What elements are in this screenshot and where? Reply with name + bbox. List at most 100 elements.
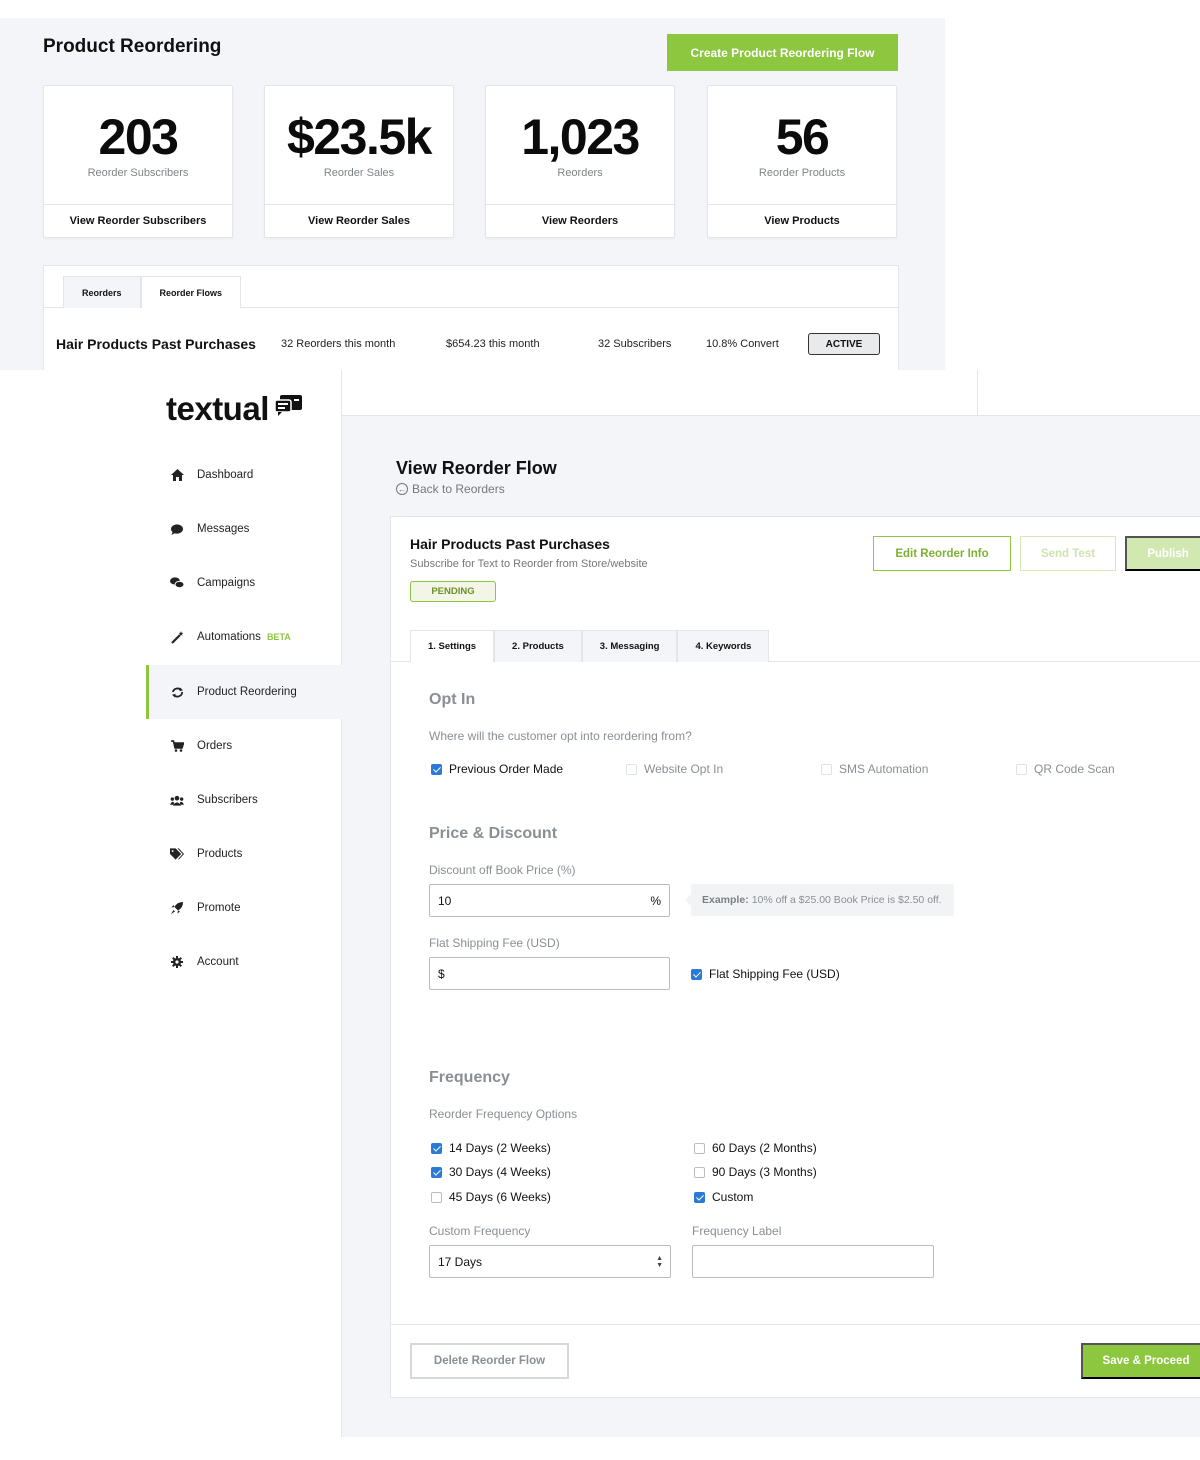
sidebar-item-campaigns[interactable]: Campaigns [146, 556, 342, 610]
chats-icon [170, 576, 184, 590]
flat-shipping-checkbox[interactable]: Flat Shipping Fee (USD) [691, 967, 840, 981]
checkbox-checked-icon [431, 1166, 442, 1178]
checkbox-icon [626, 763, 637, 775]
stat-label: Reorder Subscribers [87, 167, 189, 179]
custom-frequency-label: Custom Frequency [429, 1224, 531, 1238]
sidebar-item-dashboard[interactable]: Dashboard [146, 448, 342, 502]
discount-input[interactable]: 10 % [429, 884, 670, 917]
checkbox-checked-icon [694, 1191, 705, 1203]
frequency-heading: Frequency [429, 1069, 510, 1086]
flow-row-convert: 10.8% Convert [706, 338, 779, 350]
view-products-link[interactable]: View Products [708, 204, 896, 237]
freq-30-days-checkbox[interactable]: 30 Days (4 Weeks) [431, 1165, 551, 1179]
flows-panel: Reorders Reorder Flows Hair Products Pas… [43, 265, 899, 375]
frequency-label-input[interactable] [692, 1245, 934, 1278]
tab-products[interactable]: 2. Products [494, 630, 582, 662]
beta-badge: BETA [266, 632, 291, 642]
freq-60-days-checkbox[interactable]: 60 Days (2 Months) [694, 1141, 817, 1155]
checkbox-icon [821, 763, 832, 775]
flow-row-revenue: $654.23 this month [446, 338, 540, 350]
status-badge: PENDING [410, 581, 496, 602]
freq-custom-checkbox[interactable]: Custom [694, 1190, 753, 1204]
stat-label: Reorder Sales [323, 167, 395, 179]
stat-card-products: 56 Reorder Products View Products [707, 85, 897, 238]
flow-row-name[interactable]: Hair Products Past Purchases [56, 336, 256, 352]
stat-value: 1,023 [521, 109, 640, 165]
stat-card-sales: $23.5k Reorder Sales View Reorder Sales [264, 85, 454, 238]
home-icon [170, 468, 184, 482]
save-proceed-button[interactable]: Save & Proceed [1081, 1343, 1200, 1379]
sidebar-item-products[interactable]: Products [146, 827, 342, 881]
percent-suffix: % [650, 893, 661, 908]
stat-card-reorders: 1,023 Reorders View Reorders [485, 85, 675, 238]
checkbox-icon [431, 1191, 442, 1203]
page-title: Product Reordering [43, 36, 222, 57]
status-badge: ACTIVE [808, 333, 880, 355]
sidebar-item-orders[interactable]: Orders [146, 719, 342, 773]
logo-chat-icon [274, 395, 302, 416]
checkbox-checked-icon [431, 1142, 442, 1154]
sidebar-item-subscribers[interactable]: Subscribers [146, 773, 342, 827]
tab-keywords[interactable]: 4. Keywords [677, 630, 770, 662]
logo[interactable]: textual [166, 390, 303, 428]
shipping-label: Flat Shipping Fee (USD) [429, 936, 560, 950]
opt-in-previous-order-checkbox[interactable]: Previous Order Made [431, 762, 563, 776]
opt-in-heading: Opt In [429, 691, 476, 708]
top-bar [342, 370, 1200, 416]
send-test-button[interactable]: Send Test [1020, 536, 1116, 571]
reordering-overview-screen: Product Reordering Create Product Reorde… [0, 18, 945, 375]
checkbox-icon [694, 1142, 705, 1154]
checkbox-icon [1016, 763, 1027, 775]
sync-icon [170, 685, 184, 699]
create-reordering-flow-button[interactable]: Create Product Reordering Flow [667, 34, 898, 71]
gear-icon [170, 955, 184, 969]
publish-button[interactable]: Publish [1125, 536, 1200, 571]
view-reorder-flow-screen: textual Dashboard Messages Campaigns Aut… [0, 370, 1200, 1437]
back-arrow-icon: ← [396, 483, 408, 495]
stat-value: 56 [775, 109, 830, 165]
tab-settings[interactable]: 1. Settings [410, 630, 495, 662]
price-discount-heading: Price & Discount [429, 825, 558, 842]
delete-reorder-flow-button[interactable]: Delete Reorder Flow [410, 1343, 569, 1379]
shipping-fee-input[interactable]: $ [429, 957, 670, 990]
sidebar-item-messages[interactable]: Messages [146, 502, 342, 556]
tab-messaging[interactable]: 3. Messaging [581, 630, 678, 662]
cart-icon [170, 739, 184, 753]
custom-frequency-select[interactable]: 17 Days ▲ ▼ [429, 1245, 671, 1278]
view-sales-link[interactable]: View Reorder Sales [265, 204, 453, 237]
opt-in-qr-code-checkbox[interactable]: QR Code Scan [1016, 762, 1115, 776]
freq-45-days-checkbox[interactable]: 45 Days (6 Weeks) [431, 1190, 551, 1204]
opt-in-website-checkbox[interactable]: Website Opt In [626, 762, 723, 776]
sidebar-item-account[interactable]: Account [146, 935, 342, 989]
tab-reorder-flows[interactable]: Reorder Flows [140, 276, 242, 308]
back-to-reorders-link[interactable]: ← Back to Reorders [396, 482, 505, 496]
freq-14-days-checkbox[interactable]: 14 Days (2 Weeks) [431, 1141, 551, 1155]
tab-reorders[interactable]: Reorders [63, 276, 141, 308]
discount-label: Discount off Book Price (%) [429, 863, 576, 877]
sidebar-item-automations[interactable]: Automations BETA [146, 610, 342, 664]
magic-wand-icon [170, 630, 184, 644]
view-subscribers-link[interactable]: View Reorder Subscribers [44, 204, 232, 237]
sidebar-item-promote[interactable]: Promote [146, 881, 342, 935]
stat-label: Reorder Products [758, 167, 846, 179]
flow-row-reorders: 32 Reorders this month [281, 338, 396, 350]
tags-icon [170, 847, 184, 861]
opt-in-sms-automation-checkbox[interactable]: SMS Automation [821, 762, 928, 776]
sidebar: textual Dashboard Messages Campaigns Aut… [0, 370, 342, 1437]
freq-90-days-checkbox[interactable]: 90 Days (3 Months) [694, 1165, 817, 1179]
flow-card: Hair Products Past Purchases Subscribe f… [390, 516, 1200, 1398]
stepper-arrows-icon: ▲ ▼ [656, 1255, 663, 1269]
flow-subtitle: Subscribe for Text to Reorder from Store… [410, 558, 648, 570]
stat-value: 203 [98, 109, 179, 165]
opt-in-question: Where will the customer opt into reorder… [429, 729, 692, 743]
checkbox-checked-icon [431, 763, 442, 775]
view-reorders-link[interactable]: View Reorders [486, 204, 674, 237]
edit-reorder-info-button[interactable]: Edit Reorder Info [873, 536, 1011, 571]
sidebar-item-product-reordering[interactable]: Product Reordering [146, 665, 342, 719]
frequency-options-label: Reorder Frequency Options [429, 1107, 578, 1121]
users-icon [170, 793, 184, 807]
flow-name: Hair Products Past Purchases [410, 536, 610, 552]
discount-example-hint: Example: 10% off a $25.00 Book Price is … [685, 884, 954, 916]
stat-card-subscribers: 203 Reorder Subscribers View Reorder Sub… [43, 85, 233, 238]
checkbox-checked-icon [691, 968, 702, 980]
